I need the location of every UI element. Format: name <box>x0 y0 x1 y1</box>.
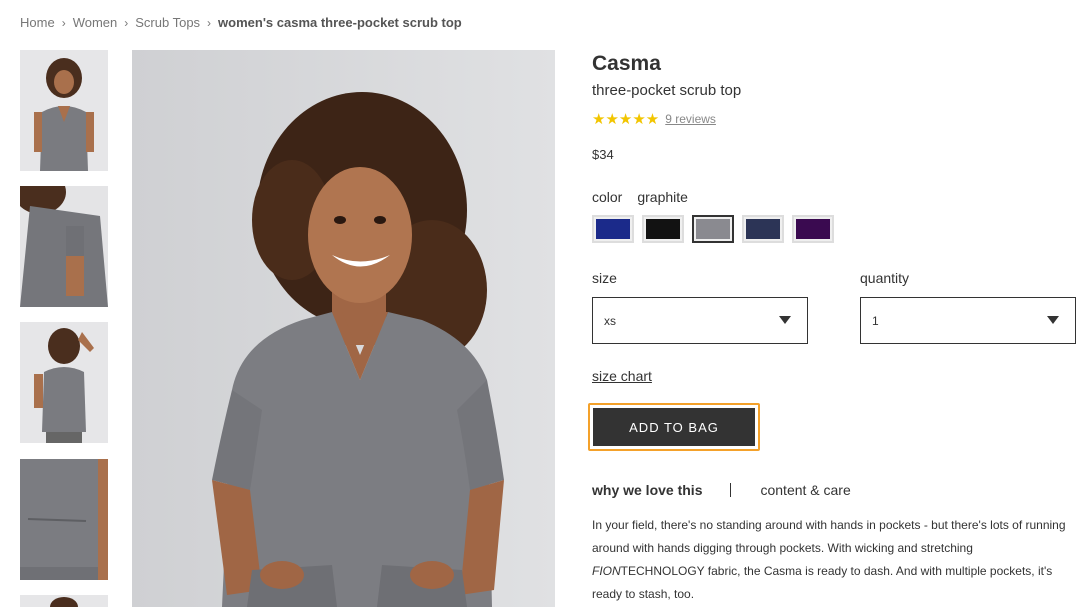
thumbnail-pocket[interactable] <box>20 459 108 580</box>
main-product-image[interactable] <box>132 50 555 607</box>
thumbnail-back[interactable] <box>20 322 108 443</box>
color-swatch-black[interactable] <box>642 215 684 243</box>
thumbnail-side[interactable] <box>20 186 108 307</box>
selected-color-name: graphite <box>637 189 688 205</box>
star-rating-icon: ★★★★★ <box>592 111 660 128</box>
detail-tabs: why we love this content & care <box>592 482 851 498</box>
size-select[interactable]: xs <box>592 297 808 344</box>
color-swatch-graphite[interactable] <box>692 215 734 243</box>
product-price: $34 <box>592 147 614 162</box>
breadcrumb-scrub-tops[interactable]: Scrub Tops <box>135 15 200 30</box>
size-select-value: xs <box>604 313 616 328</box>
quantity-select-value: 1 <box>872 313 879 328</box>
breadcrumb-home[interactable]: Home <box>20 15 55 30</box>
quantity-label: quantity <box>860 270 910 286</box>
tab-content-care[interactable]: content & care <box>760 482 850 498</box>
reviews-link[interactable]: 9 reviews <box>665 112 716 126</box>
color-swatch-charcoal-navy[interactable] <box>742 215 784 243</box>
chevron-right-icon: › <box>61 15 66 30</box>
product-rating: ★★★★★ 9 reviews <box>592 110 716 128</box>
quantity-select[interactable]: 1 <box>860 297 1076 344</box>
chevron-down-icon <box>779 316 791 324</box>
product-title: Casma <box>592 52 661 75</box>
chevron-right-icon: › <box>207 15 212 30</box>
chevron-right-icon: › <box>124 15 129 30</box>
add-to-bag-button[interactable]: ADD TO BAG <box>593 408 755 446</box>
description-brand: FION <box>592 564 621 578</box>
color-label-row: color graphite <box>592 189 688 205</box>
color-swatches <box>592 215 842 243</box>
thumbnail-more[interactable] <box>20 595 108 607</box>
breadcrumb-current: women's casma three-pocket scrub top <box>218 15 462 30</box>
color-label: color <box>592 189 623 205</box>
add-to-bag-focus-ring: ADD TO BAG <box>588 403 760 451</box>
breadcrumb-women[interactable]: Women <box>73 15 118 30</box>
tab-divider <box>730 483 732 497</box>
color-swatch-navy[interactable] <box>592 215 634 243</box>
tab-why-we-love-this[interactable]: why we love this <box>592 482 702 498</box>
product-description: In your field, there's no standing aroun… <box>592 514 1072 606</box>
description-text-2: TECHNOLOGY fabric, the Casma is ready to… <box>592 564 1053 601</box>
breadcrumb: Home › Women › Scrub Tops › women's casm… <box>20 15 462 30</box>
chevron-down-icon <box>1047 316 1059 324</box>
description-text-1: In your field, there's no standing aroun… <box>592 518 1066 555</box>
color-swatch-purple[interactable] <box>792 215 834 243</box>
thumbnail-front[interactable] <box>20 50 108 171</box>
size-label: size <box>592 270 617 286</box>
size-chart-link[interactable]: size chart <box>592 368 652 384</box>
product-subtitle: three-pocket scrub top <box>592 82 742 99</box>
